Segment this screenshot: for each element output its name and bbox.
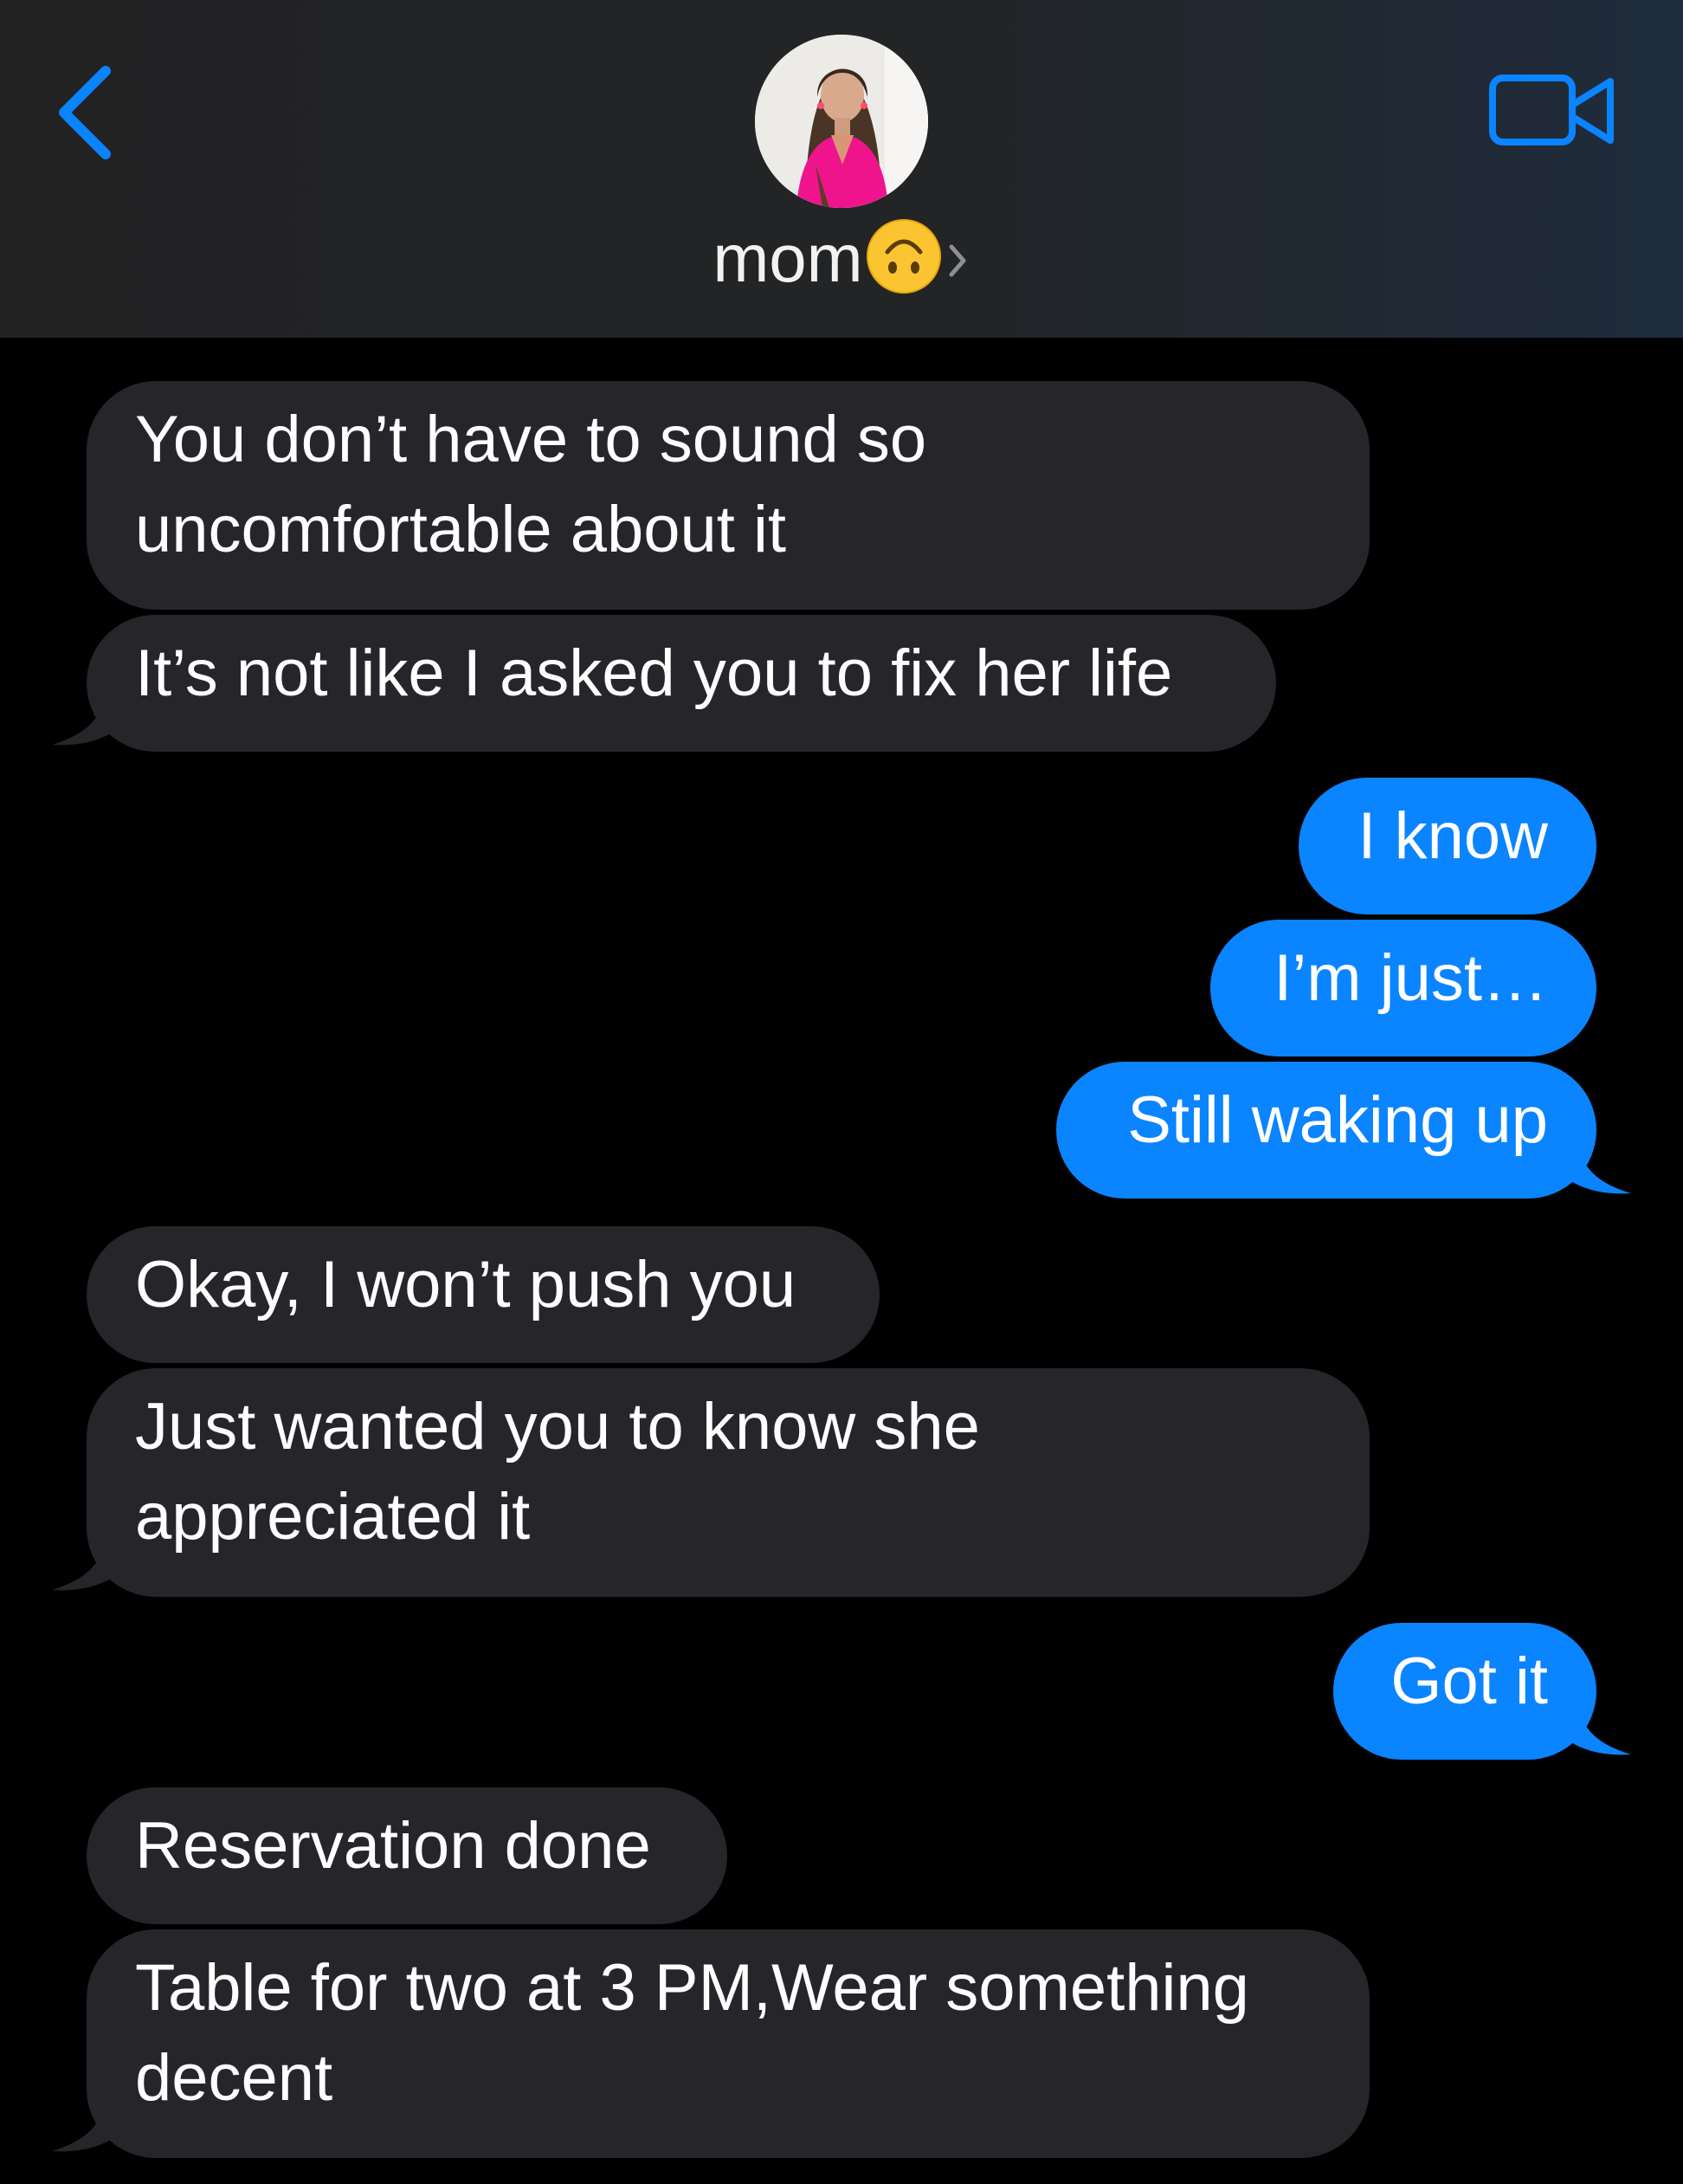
video-camera-icon xyxy=(1489,74,1614,145)
outgoing-message[interactable]: I’m just… xyxy=(1210,920,1596,1056)
outgoing-bubble-tail xyxy=(1562,1701,1631,1755)
incoming-message[interactable]: Okay, I won’t push you xyxy=(87,1226,880,1363)
conversation-header: mom xyxy=(0,0,1683,338)
message-text-line: Still waking up xyxy=(1127,1083,1548,1157)
incoming-bubble-tail xyxy=(52,1536,121,1591)
facetime-video-button[interactable] xyxy=(1484,61,1622,165)
message-text-line: decent xyxy=(135,2041,333,2115)
outgoing-message[interactable]: I know xyxy=(1299,778,1596,914)
back-button[interactable] xyxy=(45,52,132,173)
incoming-message[interactable]: Table for two at 3 PM,Wear something dec… xyxy=(87,1929,1370,2158)
message-text-line: Table for two at 3 PM,Wear something xyxy=(135,1951,1249,2025)
incoming-bubble-tail xyxy=(52,691,121,746)
message-text-line: I’m just… xyxy=(1274,941,1548,1015)
incoming-bubble-tail xyxy=(52,2097,121,2152)
message-text-line: Just wanted you to know she xyxy=(135,1390,980,1464)
message-text-line: I know xyxy=(1357,799,1548,873)
message-text-line: appreciated it xyxy=(135,1480,531,1554)
message-text-line: It’s not like I asked you to fix her lif… xyxy=(135,636,1173,710)
message-text-line: Okay, I won’t push you xyxy=(135,1248,796,1321)
incoming-message[interactable]: Just wanted you to know she appreciated … xyxy=(87,1368,1370,1597)
incoming-message[interactable]: You don’t have to sound so uncomfortable… xyxy=(87,381,1370,610)
message-text-line: uncomfortable about it xyxy=(135,493,787,566)
message-text-line: You don’t have to sound so xyxy=(135,403,927,476)
incoming-message[interactable]: It’s not like I asked you to fix her lif… xyxy=(87,615,1276,752)
avatar xyxy=(755,35,928,208)
incoming-message[interactable]: Reservation done xyxy=(87,1787,727,1924)
outgoing-message[interactable]: Got it xyxy=(1333,1623,1596,1760)
contact-name-row: mom xyxy=(606,215,1077,301)
upside-down-face-icon xyxy=(866,219,941,294)
chevron-left-icon xyxy=(59,66,111,159)
message-text-line: Got it xyxy=(1390,1644,1548,1718)
message-text-line: Reservation done xyxy=(135,1809,651,1883)
contact-name: mom xyxy=(713,220,863,296)
contact-info-button[interactable]: mom xyxy=(606,31,1077,308)
chevron-right-icon xyxy=(949,244,966,277)
outgoing-bubble-tail xyxy=(1562,1140,1631,1194)
outgoing-message[interactable]: Still waking up xyxy=(1056,1062,1596,1199)
